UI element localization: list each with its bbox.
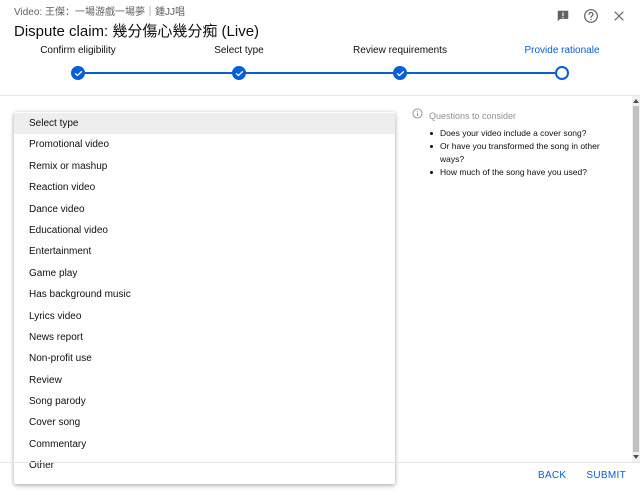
progress-stepper: Confirm eligibility Select type Review r…	[0, 44, 640, 94]
scrollbar-thumb[interactable]	[633, 106, 639, 452]
info-icon	[412, 108, 423, 123]
submit-button[interactable]: SUBMIT	[586, 470, 626, 481]
step-label: Confirm eligibility	[40, 45, 116, 56]
question-item: Or have you transformed the song in othe…	[430, 140, 612, 166]
dropdown-option-promotional-video[interactable]: Promotional video	[14, 134, 395, 155]
scroll-up-arrow-icon[interactable]	[632, 96, 640, 106]
dropdown-option-other[interactable]: Other	[14, 455, 395, 476]
current-step-icon	[555, 66, 569, 80]
step-provide-rationale: Provide rationale	[497, 44, 627, 80]
questions-heading: Questions to consider	[412, 108, 612, 123]
dropdown-option-non-profit-use[interactable]: Non-profit use	[14, 348, 395, 369]
dropdown-option-commentary[interactable]: Commentary	[14, 434, 395, 455]
question-item: Does your video include a cover song?	[430, 127, 612, 140]
step-label: Provide rationale	[524, 45, 600, 56]
dropdown-option-lyrics-video[interactable]: Lyrics video	[14, 306, 395, 327]
header-divider	[0, 95, 640, 96]
dropdown-option-remix-or-mashup[interactable]: Remix or mashup	[14, 156, 395, 177]
step-label: Select type	[214, 45, 264, 56]
dropdown-option-entertainment[interactable]: Entertainment	[14, 241, 395, 262]
dropdown-option-reaction-video[interactable]: Reaction video	[14, 177, 395, 198]
check-icon	[232, 66, 246, 80]
dialog-header: Video: 王傑：一場游戲一場夢｜鍾JJ唱 Dispute claim: 幾分…	[14, 6, 640, 42]
header-actions	[554, 7, 628, 25]
questions-list: Does your video include a cover song? Or…	[412, 127, 612, 179]
check-icon	[71, 66, 85, 80]
dispute-type-dropdown[interactable]: Select type Promotional video Remix or m…	[14, 112, 395, 484]
dropdown-option-cover-song[interactable]: Cover song	[14, 412, 395, 433]
scroll-down-arrow-icon[interactable]	[632, 452, 640, 462]
help-icon[interactable]	[582, 7, 600, 25]
questions-panel: Questions to consider Does your video in…	[412, 108, 612, 179]
dropdown-option-news-report[interactable]: News report	[14, 327, 395, 348]
dropdown-option-educational-video[interactable]: Educational video	[14, 220, 395, 241]
feedback-icon[interactable]	[554, 7, 572, 25]
dropdown-option-game-play[interactable]: Game play	[14, 263, 395, 284]
dialog-footer: BACK SUBMIT	[538, 470, 626, 481]
step-label: Review requirements	[353, 45, 447, 56]
check-icon	[393, 66, 407, 80]
stepper-track	[79, 72, 561, 74]
step-select-type: Select type	[174, 44, 304, 80]
step-review-requirements: Review requirements	[335, 44, 465, 80]
dropdown-option-review[interactable]: Review	[14, 370, 395, 391]
dropdown-option-has-background-music[interactable]: Has background music	[14, 284, 395, 305]
footer-divider	[0, 462, 640, 463]
content-scrollbar[interactable]	[632, 96, 640, 462]
step-confirm-eligibility: Confirm eligibility	[13, 44, 143, 80]
dialog-title: Dispute claim: 幾分傷心幾分痴 (Live)	[14, 23, 260, 40]
close-icon[interactable]	[610, 7, 628, 25]
video-name: Video: 王傑：一場游戲一場夢｜鍾JJ唱	[14, 7, 185, 18]
questions-heading-label: Questions to consider	[429, 110, 517, 121]
question-item: How much of the song have you used?	[430, 166, 612, 179]
back-button[interactable]: BACK	[538, 470, 566, 481]
dropdown-option-song-parody[interactable]: Song parody	[14, 391, 395, 412]
dropdown-option-select-type[interactable]: Select type	[14, 113, 395, 135]
dropdown-option-dance-video[interactable]: Dance video	[14, 199, 395, 220]
